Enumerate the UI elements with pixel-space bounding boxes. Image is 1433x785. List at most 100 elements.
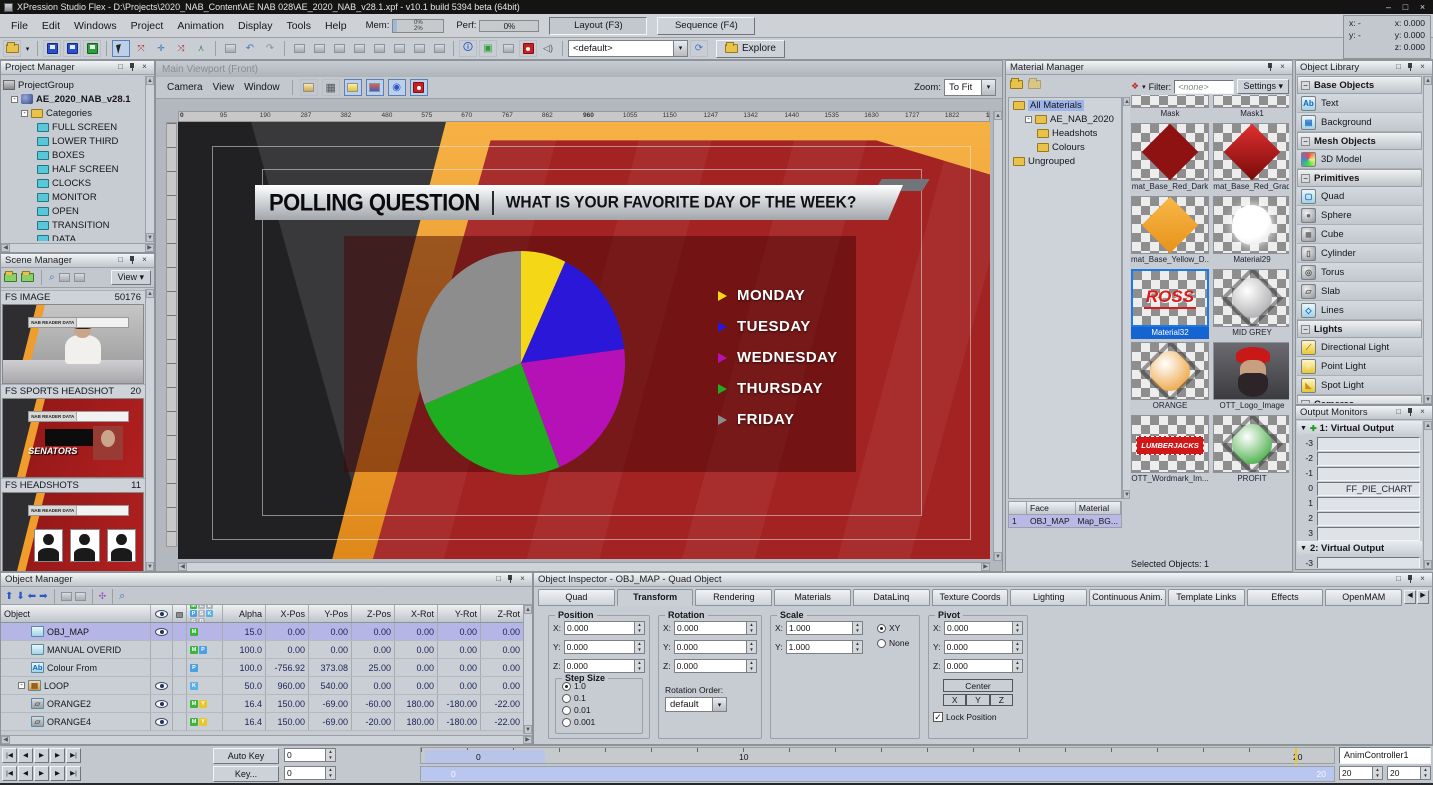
viewport-menu-camera[interactable]: Camera	[162, 80, 208, 95]
object-library-vscrollbar[interactable]: ▲▼	[1423, 76, 1432, 404]
settings-button[interactable]: Settings ▾	[1237, 79, 1289, 94]
output-layer-row[interactable]: -2	[1297, 452, 1422, 466]
value-spinner[interactable]: 1.000▲▼	[786, 621, 863, 635]
column-header-x-rot[interactable]: X-Rot	[395, 605, 438, 622]
align-right-icon[interactable]	[330, 40, 348, 57]
timeline-ruler[interactable]: 01020	[420, 747, 1335, 764]
refresh-icon[interactable]: ⟳	[690, 40, 708, 57]
scene-manager-header[interactable]: Scene Manager □×	[1, 254, 154, 268]
layer-slot[interactable]	[1317, 452, 1420, 466]
material-item[interactable]: ORANGE	[1131, 342, 1209, 412]
tab-materials[interactable]: Materials	[774, 589, 851, 606]
tree-expander[interactable]: -	[21, 110, 28, 117]
spinner-arrows[interactable]: ▲▼	[746, 621, 757, 635]
tab-lighting[interactable]: Lighting	[1010, 589, 1087, 606]
scene-item-header[interactable]: FS HEADSHOTS11	[1, 478, 145, 492]
scene-list-vscrollbar[interactable]: ▲▼	[145, 289, 154, 571]
library-section-header[interactable]: −Mesh Objects	[1297, 132, 1422, 150]
tab-continuous-anim-[interactable]: Continuous Anim.	[1089, 589, 1166, 606]
library-item-dirlight[interactable]: ⟋Directional Light	[1297, 338, 1422, 357]
collapse-arrow-icon[interactable]: ▼	[1300, 545, 1307, 552]
scale-lock-option[interactable]: XY	[877, 623, 909, 633]
scene-thumbnail[interactable]: NAB READER DATA	[2, 304, 144, 384]
output-layer-row[interactable]: 2	[1297, 512, 1422, 526]
sphere-view-icon[interactable]: ◉	[388, 79, 406, 96]
face-row[interactable]: 1 OBJ_MAP Map_BG...	[1008, 515, 1122, 528]
visibility-cell[interactable]	[151, 695, 173, 712]
pivot-axis-z-button[interactable]: Z	[990, 694, 1013, 706]
menu-windows[interactable]: Windows	[67, 17, 124, 35]
column-header-y-pos[interactable]: Y-Pos	[309, 605, 352, 622]
material-tree-vscrollbar[interactable]: ▲▼	[1122, 97, 1130, 499]
zoom-dropdown[interactable]: To Fit▾	[944, 79, 996, 96]
close-icon[interactable]: ×	[1417, 62, 1428, 73]
face-column-header[interactable]: Face	[1027, 502, 1076, 514]
pin-icon[interactable]	[1266, 62, 1275, 73]
library-item-slab[interactable]: ▱Slab	[1297, 282, 1422, 301]
spin-down-icon[interactable]: ▼	[635, 628, 644, 634]
output-monitors-header[interactable]: Output Monitors □×	[1296, 406, 1432, 420]
record-icon[interactable]	[519, 40, 537, 57]
expand-icon[interactable]	[59, 273, 70, 282]
undo-icon[interactable]: ↶	[241, 40, 259, 57]
explore-button[interactable]: Explore	[716, 40, 785, 58]
float-icon[interactable]: □	[1393, 574, 1404, 585]
material-item[interactable]: mat_Base_Yellow_D...	[1131, 196, 1209, 266]
tree-expander[interactable]: -	[18, 682, 25, 689]
timeline-range-track[interactable]: 0 20	[420, 766, 1335, 782]
column-header-alpha[interactable]: Alpha	[223, 605, 266, 622]
visibility-cell[interactable]	[151, 659, 173, 676]
move-up-icon[interactable]: ⬆	[5, 591, 13, 602]
expand-tree-icon[interactable]	[61, 592, 72, 601]
material-item[interactable]: OTT_Logo_Image	[1213, 342, 1289, 412]
menu-file[interactable]: File	[4, 17, 35, 35]
column-header-z-rot[interactable]: Z-Rot	[481, 605, 524, 622]
step-size-option[interactable]: 0.001	[562, 717, 638, 727]
spin-down-icon[interactable]: ▼	[853, 647, 862, 653]
column-header-x-pos[interactable]: X-Pos	[266, 605, 309, 622]
menu-help[interactable]: Help	[318, 17, 354, 35]
library-item-pointlight[interactable]: ○Point Light	[1297, 357, 1422, 376]
value-spinner[interactable]: 0.000▲▼	[564, 659, 645, 673]
output-layer-row[interactable]: -3	[1297, 437, 1422, 451]
object-row-orange4[interactable]: ▱ORANGE4MY16.4150.00-69.00-20.00180.00-1…	[1, 713, 524, 731]
align-middle-icon[interactable]	[370, 40, 388, 57]
lock-cell[interactable]	[173, 659, 187, 676]
spin-down-icon[interactable]: ▼	[1013, 628, 1022, 634]
align-center-icon[interactable]	[310, 40, 328, 57]
transport-skip-end-icon[interactable]: ▶|	[66, 766, 81, 781]
object-manager-hscrollbar[interactable]: ◀▶	[1, 735, 532, 744]
visibility-cell[interactable]	[151, 677, 173, 694]
library-item-quad[interactable]: ▢Quad	[1297, 187, 1422, 206]
radio-icon[interactable]	[877, 624, 886, 633]
spin-down-icon[interactable]: ▼	[853, 628, 862, 634]
collapse-tree-icon[interactable]	[75, 592, 86, 601]
texture-view-icon[interactable]	[366, 79, 384, 96]
add-scene-icon[interactable]	[4, 273, 17, 282]
object-row-manual-overid[interactable]: MANUAL OVERIDMP100.00.000.000.000.000.00…	[1, 641, 524, 659]
pivot-axis-x-button[interactable]: X	[943, 694, 966, 706]
preset-dropdown[interactable]: <default> ▾	[568, 40, 688, 57]
monitor-icon[interactable]	[499, 40, 517, 57]
visibility-cell[interactable]	[151, 713, 173, 730]
collapse-icon[interactable]: −	[1301, 81, 1310, 90]
library-item-torus[interactable]: ◎Torus	[1297, 263, 1422, 282]
snap-icon[interactable]	[221, 40, 239, 57]
transport-skip-start-icon[interactable]: |◀	[2, 748, 17, 763]
tab-transform[interactable]: Transform	[617, 589, 694, 606]
material-column-header[interactable]: Material	[1076, 502, 1121, 514]
material-item[interactable]: PROFIT	[1213, 415, 1289, 485]
tab-datalinq[interactable]: DataLinq	[853, 589, 930, 606]
library-item-cylinder[interactable]: ▯Cylinder	[1297, 244, 1422, 263]
material-item[interactable]: Mask	[1131, 95, 1209, 120]
scale-lock-option[interactable]: None	[877, 638, 909, 648]
menu-tools[interactable]: Tools	[279, 17, 318, 35]
view-dropdown[interactable]: View ▾	[111, 270, 151, 285]
layout-mode-button[interactable]: Layout (F3)	[549, 17, 647, 35]
collapse-icon[interactable]: −	[1301, 137, 1310, 146]
lock-cell[interactable]	[173, 695, 187, 712]
close-icon[interactable]: ×	[139, 62, 150, 73]
shield-icon[interactable]: 🛈	[459, 40, 477, 57]
radio-icon[interactable]	[877, 639, 886, 648]
spin-down-icon[interactable]: ▼	[747, 628, 756, 634]
